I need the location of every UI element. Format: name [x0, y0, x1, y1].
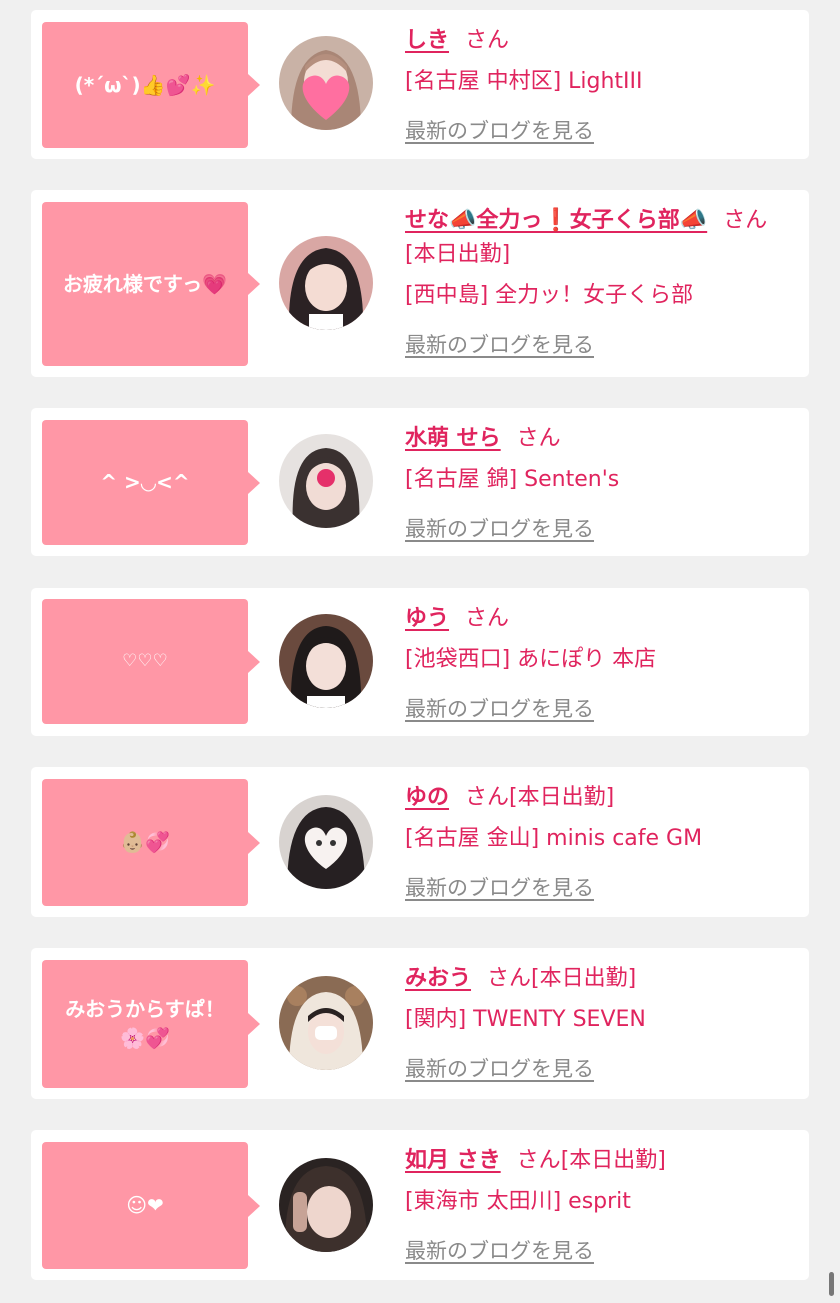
attendance-tag: [本日出勤] — [560, 1148, 666, 1173]
latest-blog-link[interactable]: 最新のブログを見る — [405, 115, 594, 145]
shop-label: [東海市 太田川] esprit — [405, 1189, 631, 1214]
message-text: ☺❤ — [126, 1193, 164, 1217]
message-bubble: ^ >◡<^ — [42, 420, 260, 545]
scrollbar-thumb[interactable] — [829, 1272, 834, 1296]
message-text: ^ >◡<^ — [100, 470, 190, 494]
shop-label: [池袋西口] あにぽり 本店 — [405, 647, 657, 672]
avatar[interactable] — [279, 1158, 373, 1252]
attendance-tag: [本日出勤] — [509, 785, 615, 810]
honorific: さん — [487, 966, 532, 991]
girl-name-link[interactable]: ゆの — [405, 785, 449, 810]
message-text: ♡♡♡ — [122, 651, 168, 672]
avatar-photo — [279, 795, 373, 889]
message-bubble: ♡♡♡ — [42, 599, 260, 724]
card-info: 水萌 せら さん [名古屋 錦] Senten's 最新のブログを見る — [405, 422, 797, 543]
shop-label: [名古屋 錦] Senten's — [405, 467, 620, 492]
avatar-photo — [279, 434, 373, 528]
diary-card: ☺❤ 如月 さき さん[本日出勤] [東海市 太田川] esprit 最新のブログ… — [31, 1130, 809, 1280]
name-line: せな📣全力っ❗️女子くら部📣 さん [本日出勤] — [405, 204, 797, 272]
girl-name-link[interactable]: ゆう — [405, 606, 449, 631]
girl-name-link[interactable]: しき — [405, 28, 449, 53]
honorific: さん — [465, 606, 510, 631]
message-text: 👶🏼💞 — [120, 830, 170, 854]
honorific: さん — [465, 28, 510, 53]
latest-blog-link[interactable]: 最新のブログを見る — [405, 1235, 594, 1265]
girl-name-link[interactable]: 水萌 せら — [405, 426, 501, 451]
name-line: 水萌 せら さん — [405, 422, 797, 456]
card-info: みおう さん[本日出勤] [関内] TWENTY SEVEN 最新のブログを見る — [405, 962, 797, 1083]
card-info: ゆの さん[本日出勤] [名古屋 金山] minis cafe GM 最新のブログ… — [405, 781, 797, 902]
honorific: さん — [723, 208, 768, 233]
message-bubble: ☺❤ — [42, 1142, 260, 1269]
name-line: ゆう さん — [405, 602, 797, 636]
girl-name-link[interactable]: 如月 さき — [405, 1148, 501, 1173]
diary-card: みおうからすぱ！ 🌸💞 みおう さん[本日出勤] [関内] TWENTY SEVE… — [31, 948, 809, 1099]
avatar-photo — [279, 976, 373, 1070]
avatar[interactable] — [279, 434, 373, 528]
shop-label: [関内] TWENTY SEVEN — [405, 1007, 646, 1032]
avatar[interactable] — [279, 976, 373, 1070]
name-line: ゆの さん[本日出勤] — [405, 781, 797, 815]
message-bubble: お疲れ様ですっ💗 — [42, 202, 260, 366]
shop-label: [西中島] 全力ッ！女子くら部 — [405, 283, 694, 308]
diary-card: 👶🏼💞 ゆの さん[本日出勤] [名古屋 金山] minis cafe GM 最新… — [31, 767, 809, 917]
avatar[interactable] — [279, 614, 373, 708]
latest-blog-link[interactable]: 最新のブログを見る — [405, 329, 594, 359]
avatar[interactable] — [279, 795, 373, 889]
card-info: 如月 さき さん[本日出勤] [東海市 太田川] esprit 最新のブログを見る — [405, 1144, 797, 1265]
card-info: しき さん [名古屋 中村区] LightIII 最新のブログを見る — [405, 24, 797, 145]
card-info: ゆう さん [池袋西口] あにぽり 本店 最新のブログを見る — [405, 602, 797, 723]
card-info: せな📣全力っ❗️女子くら部📣 さん [本日出勤] [西中島] 全力ッ！女子くら部 最… — [405, 204, 797, 359]
latest-blog-link[interactable]: 最新のブログを見る — [405, 513, 594, 543]
avatar-photo — [279, 236, 373, 330]
latest-blog-link[interactable]: 最新のブログを見る — [405, 872, 594, 902]
avatar[interactable] — [279, 36, 373, 130]
honorific: さん — [516, 426, 561, 451]
avatar-photo — [279, 1158, 373, 1252]
latest-blog-link[interactable]: 最新のブログを見る — [405, 693, 594, 723]
message-text: みおうからすぱ！ 🌸💞 — [65, 997, 225, 1050]
diary-card: ♡♡♡ ゆう さん [池袋西口] あにぽり 本店 最新のブログを見る — [31, 588, 809, 736]
attendance-tag: [本日出勤] — [531, 966, 637, 991]
name-line: みおう さん[本日出勤] — [405, 962, 797, 996]
message-bubble: (*´ω`)👍💕✨ — [42, 22, 260, 148]
honorific: さん — [465, 785, 510, 810]
diary-card: (*´ω`)👍💕✨ しき さん [名古屋 中村区] LightIII 最新のブログ… — [31, 10, 809, 159]
attendance-tag: [本日出勤] — [405, 242, 511, 267]
girl-name-link[interactable]: せな📣全力っ❗️女子くら部📣 — [405, 208, 707, 233]
honorific: さん — [516, 1148, 561, 1173]
girl-name-link[interactable]: みおう — [405, 966, 471, 991]
diary-card: お疲れ様ですっ💗 せな📣全力っ❗️女子くら部📣 さん [本日出勤] [西中島] 全力… — [31, 190, 809, 377]
shop-label: [名古屋 金山] minis cafe GM — [405, 826, 703, 851]
message-bubble: 👶🏼💞 — [42, 779, 260, 906]
avatar-photo — [279, 614, 373, 708]
name-line: しき さん — [405, 24, 797, 58]
latest-blog-link[interactable]: 最新のブログを見る — [405, 1053, 594, 1083]
avatar-photo — [279, 36, 373, 130]
avatar[interactable] — [279, 236, 373, 330]
diary-card: ^ >◡<^ 水萌 せら さん [名古屋 錦] Senten's 最新のブログを見… — [31, 408, 809, 556]
message-text: お疲れ様ですっ💗 — [62, 271, 228, 296]
name-line: 如月 さき さん[本日出勤] — [405, 1144, 797, 1178]
message-bubble: みおうからすぱ！ 🌸💞 — [42, 960, 260, 1088]
message-text: (*´ω`)👍💕✨ — [74, 72, 216, 97]
shop-label: [名古屋 中村区] LightIII — [405, 69, 643, 94]
